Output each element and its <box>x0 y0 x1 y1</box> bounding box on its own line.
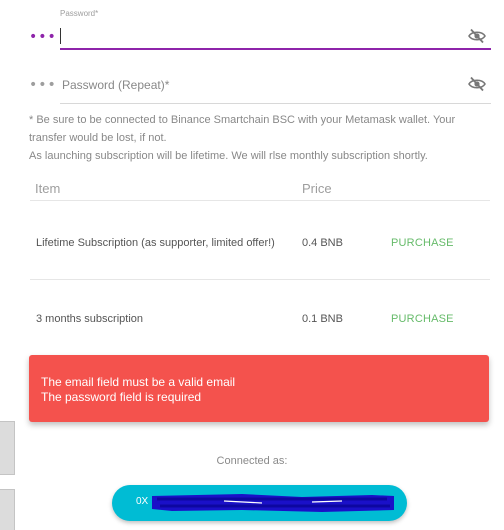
row-price: 0.4 BNB <box>302 237 343 249</box>
text-caret <box>60 28 61 44</box>
table-row: Lifetime Subscription (as supporter, lim… <box>30 204 490 280</box>
purchase-lifetime-button[interactable]: PURCHASE <box>391 237 454 249</box>
redaction-scribble <box>152 494 394 512</box>
row-name: 3 months subscription <box>36 313 143 325</box>
password-field: ••• Password* <box>29 6 491 50</box>
wallet-address-button[interactable]: 0X <box>112 485 407 521</box>
dots-icon: ••• <box>29 77 57 93</box>
password-input[interactable] <box>60 28 461 46</box>
password-label: Password* <box>60 9 99 18</box>
note-subscription: As launching subscription will be lifeti… <box>29 150 428 162</box>
notes: * Be sure to be connected to Binance Sma… <box>29 111 494 165</box>
dots-icon: ••• <box>29 29 57 45</box>
error-alert: The email field must be a valid email Th… <box>29 355 489 422</box>
side-panel-fragment <box>0 489 15 530</box>
password-underline <box>60 48 491 50</box>
password-repeat-underline <box>60 103 491 104</box>
header-item: Item <box>35 181 61 196</box>
connected-label: Connected as: <box>216 455 288 467</box>
header-price: Price <box>302 181 332 196</box>
note-network: * Be sure to be connected to Binance Sma… <box>29 114 456 144</box>
error-password: The password field is required <box>41 390 202 404</box>
row-price: 0.1 BNB <box>302 313 343 325</box>
table-header: Item Price <box>30 178 490 201</box>
eye-off-icon[interactable] <box>467 27 487 45</box>
row-name: Lifetime Subscription (as supporter, lim… <box>36 237 275 249</box>
password-repeat-input[interactable] <box>60 76 461 94</box>
table-row: 3 months subscription 0.1 BNB PURCHASE <box>30 280 490 355</box>
purchase-3months-button[interactable]: PURCHASE <box>391 313 454 325</box>
eye-off-icon[interactable] <box>467 75 487 93</box>
registration-page: ••• Password* ••• * Be sure to be connec… <box>0 0 504 530</box>
error-email: The email field must be a valid email <box>41 375 236 389</box>
subscription-table: Item Price Lifetime Subscription (as sup… <box>30 178 490 325</box>
password-repeat-field: ••• <box>29 70 491 104</box>
